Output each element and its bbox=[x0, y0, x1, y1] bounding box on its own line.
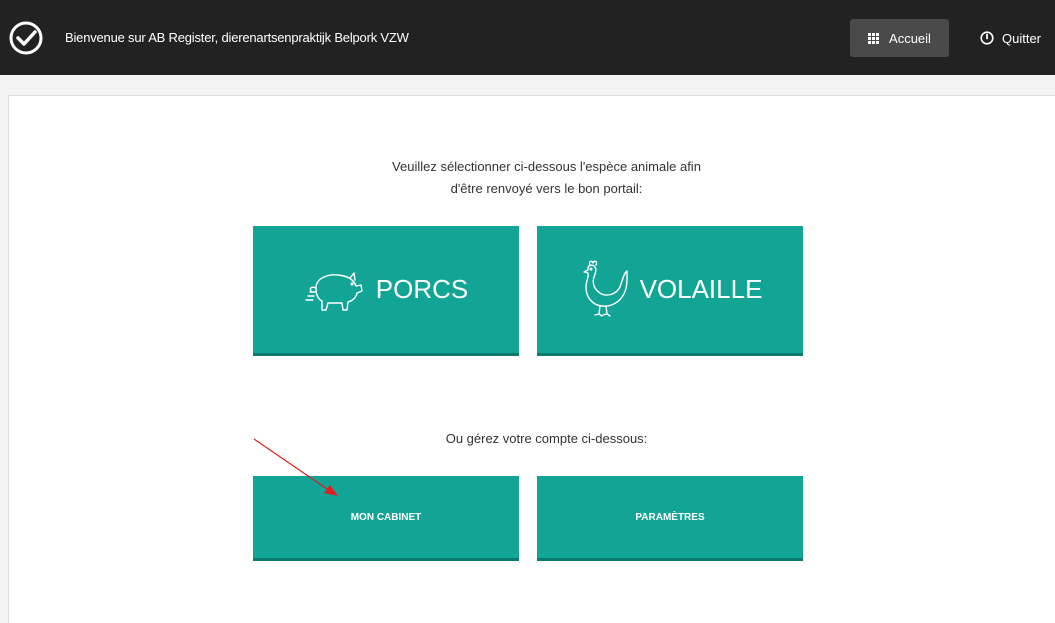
volaille-tile[interactable]: VOLAILLE bbox=[537, 226, 803, 356]
home-button[interactable]: Accueil bbox=[850, 19, 949, 57]
check-circle-icon[interactable] bbox=[8, 20, 44, 56]
porcs-tile[interactable]: PORCS bbox=[253, 226, 519, 356]
quit-button-label: Quitter bbox=[1002, 30, 1042, 46]
main-panel: Veuillez sélectionner ci-dessous l'espèc… bbox=[8, 95, 1055, 623]
parametres-label: PARAMÈTRES bbox=[635, 511, 705, 523]
mon-cabinet-label: MON CABINET bbox=[350, 511, 422, 523]
annotation-arrow-icon bbox=[253, 438, 338, 496]
volaille-label: VOLAILLE bbox=[639, 274, 763, 304]
top-navbar: Bienvenue sur AB Register, dierenartsenp… bbox=[0, 0, 1055, 75]
chicken-icon bbox=[582, 260, 628, 317]
intro-line-2: d'être renvoyé vers le bon portail: bbox=[450, 181, 643, 196]
power-icon bbox=[980, 31, 994, 45]
pig-icon bbox=[305, 271, 363, 311]
quit-button[interactable]: Quitter bbox=[980, 19, 1041, 57]
account-intro-text: Ou gérez votre compte ci-dessous: bbox=[445, 431, 648, 446]
species-intro-text: Veuillez sélectionner ci-dessous l'espèc… bbox=[9, 156, 1055, 200]
parametres-button[interactable]: PARAMÈTRES bbox=[537, 476, 803, 561]
welcome-text: Bienvenue sur AB Register, dierenartsenp… bbox=[65, 30, 409, 45]
home-button-label: Accueil bbox=[889, 30, 931, 46]
grid-icon bbox=[868, 32, 880, 44]
intro-line-1: Veuillez sélectionner ci-dessous l'espèc… bbox=[392, 159, 701, 174]
porcs-label: PORCS bbox=[375, 274, 469, 304]
